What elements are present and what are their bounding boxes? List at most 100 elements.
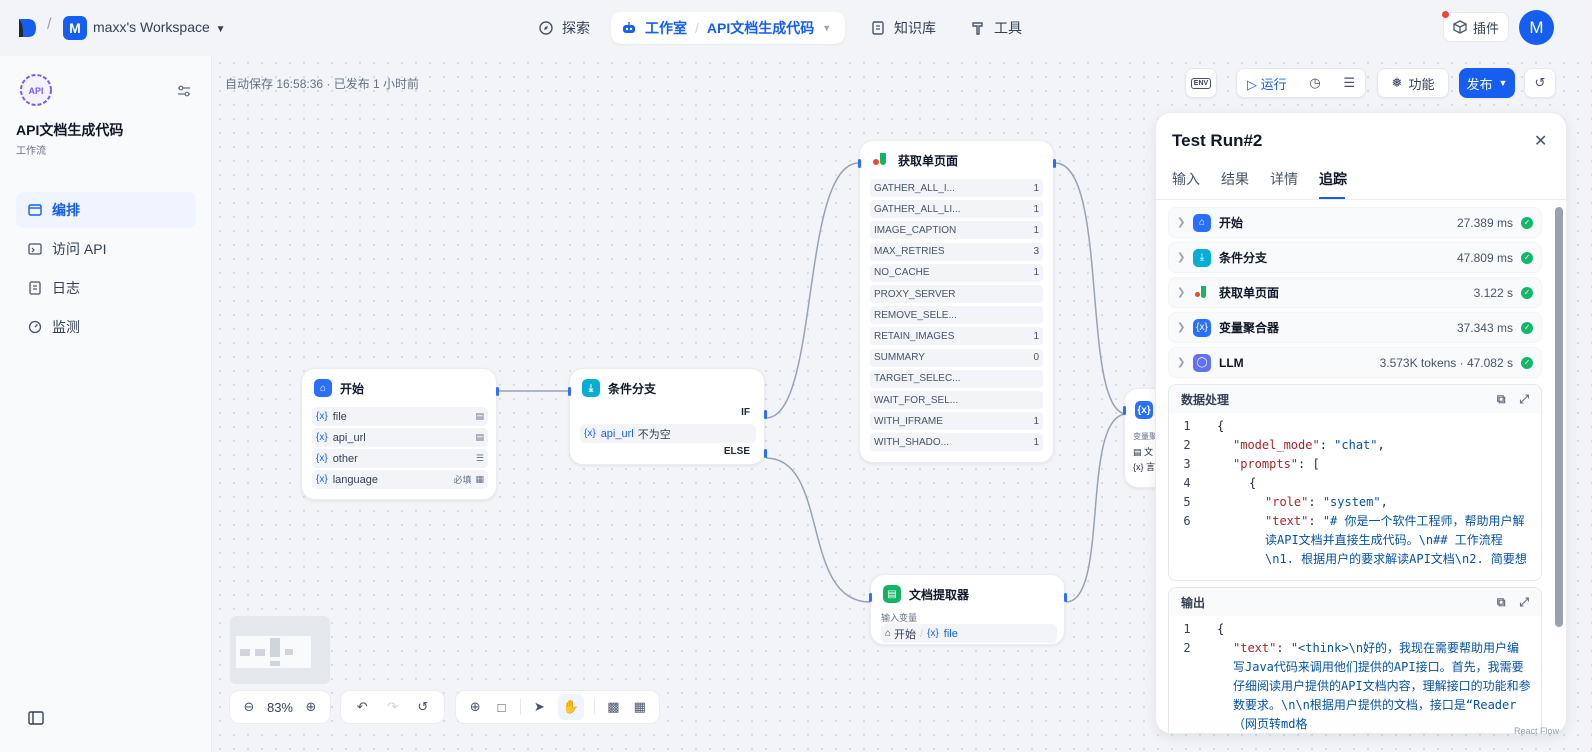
expand-icon[interactable]: ⤢ (1519, 595, 1529, 610)
sliders-icon[interactable] (176, 84, 192, 98)
publish-button[interactable]: 发布 ▼ (1459, 68, 1515, 98)
if-handle[interactable] (764, 410, 767, 419)
trace-row-expanded[interactable]: ❯ ◯ LLM 3.573K tokens · 47.082 s ✓ (1168, 347, 1542, 378)
undo-icon[interactable]: ↶ (354, 699, 370, 715)
zoom-in-icon[interactable]: ⊕ (303, 699, 319, 715)
code-line: { (1217, 419, 1225, 433)
line-number: 1 (1183, 622, 1191, 636)
workspace-switcher[interactable]: maxx's Workspace ▼ (93, 19, 226, 35)
copy-icon[interactable]: ⧉ (1497, 392, 1506, 407)
checklist-icon[interactable]: ☰ (1343, 75, 1355, 91)
history-icon[interactable]: ↺ (415, 699, 431, 715)
expand-icon[interactable]: ⤢ (1519, 392, 1529, 407)
sidebar-item-logs[interactable]: 日志 (16, 270, 196, 306)
nav-explore[interactable]: 探索 (528, 12, 600, 44)
trace-value: 27.389 ms (1456, 215, 1513, 230)
trace-row[interactable]: ❯ ⌂ 开始 27.389 ms ✓ (1168, 207, 1542, 238)
nav-app-label[interactable]: API文档生成代码 (707, 18, 814, 38)
organize-blocks-icon[interactable]: ▦ (632, 699, 648, 715)
chevron-down-icon[interactable]: ▼ (822, 23, 831, 33)
redo-icon[interactable]: ↷ (384, 699, 400, 715)
version-history-button[interactable]: ↺ (1524, 68, 1556, 98)
tab-divider (1156, 199, 1566, 200)
tab-detail[interactable]: 详情 (1270, 169, 1298, 189)
param-key: GATHER_ALL_LI... (874, 203, 961, 215)
plugins-button[interactable]: 插件 (1443, 12, 1509, 42)
copy-icon[interactable]: ⧉ (1497, 595, 1506, 610)
active-tab-indicator (1319, 197, 1345, 199)
fetch-param-row: TARGET_SELEC... (870, 369, 1043, 388)
nav-studio[interactable]: 工作室 / API文档生成代码 ▼ (611, 12, 845, 44)
code-line: { (1249, 476, 1257, 490)
param-value: 1 (1033, 224, 1039, 236)
hand-icon[interactable]: ✋ (557, 694, 584, 720)
nav-tools[interactable]: 工具 (960, 12, 1032, 44)
param-key: WITH_SHADO... (874, 436, 950, 448)
zoom-controls: ⊖ 83% ⊕ (229, 690, 331, 724)
input-handle[interactable] (869, 593, 872, 602)
sidebar: API API文档生成代码 工作流 编排 访问 API 日志 监测 (0, 56, 212, 752)
trace-name: 变量聚合器 (1219, 321, 1280, 335)
start-node[interactable]: ⌂ 开始 {x} file ▤ {x} api_url ▤ {x} other ☰ {x} l… (301, 368, 499, 500)
param-key: PROXY_SERVER (874, 288, 956, 300)
zoom-out-icon[interactable]: ⊖ (241, 699, 257, 715)
nav-knowledge[interactable]: 知识库 (860, 12, 946, 44)
tab-trace[interactable]: 追踪 (1319, 169, 1347, 189)
workspace-avatar[interactable]: M (63, 16, 87, 40)
history-icon: ↺ (1534, 75, 1546, 90)
input-handle[interactable] (858, 159, 861, 168)
trace-row[interactable]: ❯ {x} 变量聚合器 37.343 ms ✓ (1168, 312, 1542, 343)
fetch-page-node[interactable]: 获取单页面 GATHER_ALL_I... 1 GATHER_ALL_LI... 1 I… (858, 140, 1056, 463)
home-icon: ⌂ (885, 628, 892, 639)
trace-name: 获取单页面 (1219, 286, 1280, 300)
doc-extractor-node[interactable]: ▤ 文档提取器 输入变量 ⌂ 开始 / {x} file (869, 574, 1067, 645)
trace-row[interactable]: ❯ 获取单页面 3.122 s ✓ (1168, 277, 1542, 308)
tab-result[interactable]: 结果 (1221, 169, 1249, 189)
else-handle[interactable] (764, 449, 767, 458)
trace-row[interactable]: ❯ ⤓ 条件分支 47.809 ms ✓ (1168, 242, 1542, 273)
close-icon[interactable]: ✕ (1534, 131, 1547, 151)
sparkle-icon: ❅ (1391, 75, 1403, 90)
history-check-icon[interactable]: ◷ (1309, 75, 1320, 91)
data-processing-box: 数据处理 ⧉ ⤢ 1 2 3 4 5 6 { "model_mode": "cha… (1168, 384, 1542, 581)
play-icon: ▷ (1247, 76, 1257, 92)
env-button[interactable]: ENV (1185, 68, 1217, 98)
dify-logo-icon[interactable] (17, 17, 37, 39)
input-handle[interactable] (1123, 406, 1126, 415)
add-node-icon[interactable]: ⊕ (467, 699, 483, 715)
output-box: 输出 ⧉ ⤢ 1 2 { "text": "<think>\n好的，我现在需要帮助… (1168, 587, 1542, 733)
text-field-icon: ▤ (475, 432, 484, 442)
app-title: API文档生成代码 (16, 122, 124, 138)
sidebar-item-orchestrate[interactable]: 编排 (16, 192, 196, 228)
code-view[interactable]: 1 2 { "text": "<think>\n好的，我现在需要帮助用户编写Ja… (1169, 616, 1541, 733)
select-icon: ▦ (475, 474, 484, 484)
sidebar-item-monitor[interactable]: 监测 (16, 309, 196, 345)
input-handle[interactable] (568, 387, 571, 396)
features-button[interactable]: ❅ 功能 (1377, 68, 1449, 98)
minimap[interactable] (230, 616, 330, 684)
code-view[interactable]: 1 2 3 4 5 6 { "model_mode": "chat", "pro… (1169, 413, 1541, 573)
tab-input[interactable]: 输入 (1172, 169, 1200, 189)
user-avatar[interactable]: M (1519, 10, 1554, 45)
fetch-param-row: REMOVE_SELE... (870, 306, 1043, 325)
output-handle[interactable] (496, 387, 499, 396)
condition-var: api_url (600, 427, 634, 440)
panel-scrollbar[interactable] (1555, 207, 1563, 627)
log-icon (29, 281, 41, 295)
output-handle[interactable] (1064, 593, 1067, 602)
zoom-level[interactable]: 83% (267, 700, 293, 715)
history-controls: ↶ ↷ ↺ (340, 690, 445, 724)
condition-node[interactable]: ⤓ 条件分支 IF {x} api_url 不为空 ELSE (568, 368, 767, 465)
add-note-icon[interactable]: □ (494, 699, 510, 715)
output-handle[interactable] (1053, 159, 1056, 168)
run-button[interactable]: ▷ 运行 (1247, 74, 1287, 93)
sidebar-item-api[interactable]: 访问 API (16, 231, 196, 267)
export-image-icon[interactable]: ▩ (605, 699, 621, 715)
react-flow-attribution[interactable]: React Flow (1514, 726, 1559, 736)
param-value: 1 (1033, 267, 1039, 279)
pointer-icon[interactable]: ➤ (531, 699, 547, 715)
sidebar-collapse-icon[interactable] (28, 711, 44, 725)
variable-icon: {x} (1193, 318, 1211, 337)
nav-studio-label: 工作室 (645, 20, 687, 36)
compass-icon (539, 21, 553, 35)
